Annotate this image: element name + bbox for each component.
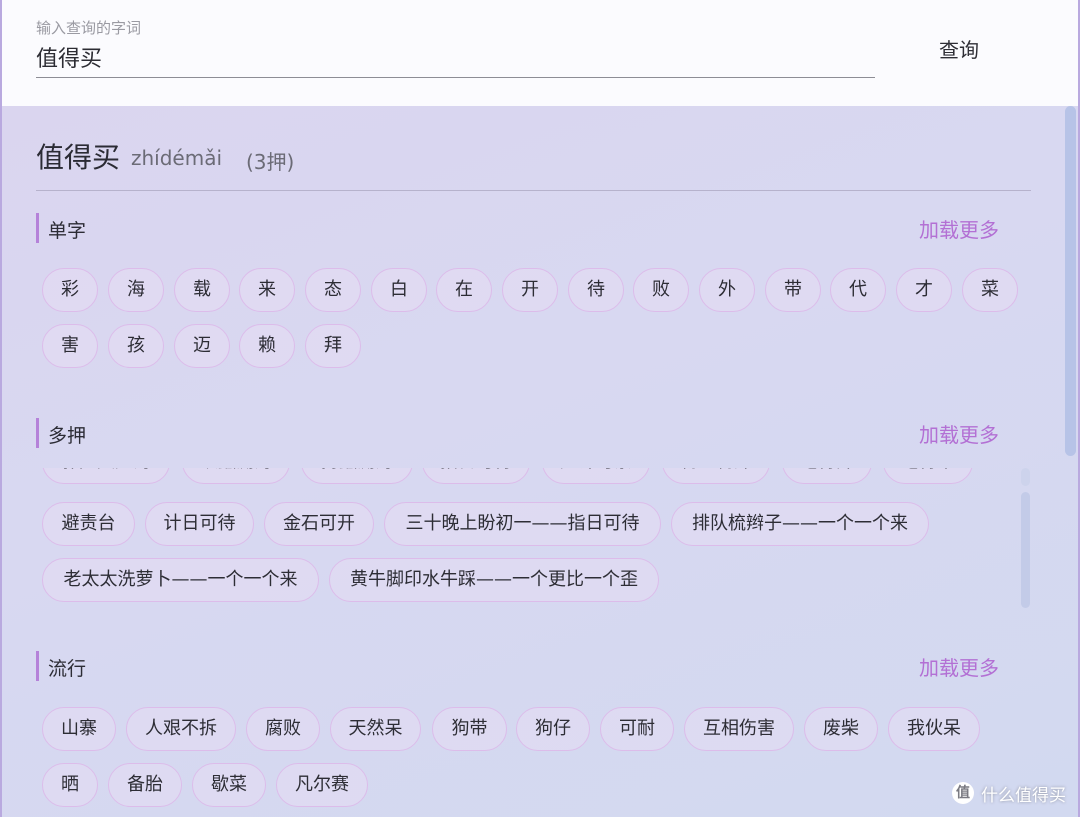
page-scrollbar[interactable] xyxy=(1065,106,1076,817)
chip-multi-partial[interactable]: 持蠡测海 xyxy=(301,468,413,484)
search-input-underline xyxy=(36,77,875,78)
search-input-label: 输入查询的字词 xyxy=(36,19,142,37)
chip-multi-partial[interactable]: 以蠡测海 xyxy=(182,468,290,484)
multi-scrollbar-track-cap xyxy=(1021,468,1030,486)
chip-single[interactable]: 才 xyxy=(896,268,952,312)
load-more-multi-button[interactable]: 加载更多 xyxy=(919,419,999,448)
chip-multi[interactable]: 金石可开 xyxy=(264,502,374,546)
rhyme-count: (3押) xyxy=(246,150,295,174)
chip-popular[interactable]: 歇菜 xyxy=(192,763,266,807)
chip-popular[interactable]: 备胎 xyxy=(108,763,182,807)
search-button[interactable]: 查询 xyxy=(918,30,1000,70)
chip-single[interactable]: 菜 xyxy=(962,268,1018,312)
multi-scrollbar-thumb[interactable] xyxy=(1021,492,1030,608)
app-window: 输入查询的字词 值得买 查询 值得买 zhídémǎi (3押) 单字 加载更多… xyxy=(0,0,1080,817)
chip-single[interactable]: 迈 xyxy=(174,324,230,368)
chip-multi-partial[interactable]: 物壁物外 xyxy=(662,468,770,484)
chip-multi[interactable]: 计日可待 xyxy=(145,502,254,546)
watermark-text: 什么值得买 xyxy=(981,785,1066,806)
chip-single[interactable]: 彩 xyxy=(42,268,98,312)
chip-multi[interactable]: 黄牛脚印水牛踩——一个更比一个歪 xyxy=(329,558,659,602)
chip-popular[interactable]: 人艰不拆 xyxy=(126,707,236,751)
watermark: 值 什么值得买 xyxy=(952,776,1066,810)
chip-single[interactable]: 来 xyxy=(239,268,295,312)
chip-multi-partial[interactable]: 郭隆灭无海 xyxy=(42,468,170,484)
chip-multi-partial[interactable]: 吃得开 xyxy=(782,468,872,484)
chip-single[interactable]: 海 xyxy=(108,268,164,312)
chip-popular[interactable]: 我伙呆 xyxy=(888,707,980,751)
chip-popular[interactable]: 狗带 xyxy=(432,707,507,751)
load-more-single-button[interactable]: 加载更多 xyxy=(919,214,999,243)
chip-single[interactable]: 在 xyxy=(436,268,492,312)
section-accent-bar xyxy=(36,213,39,243)
chip-popular[interactable]: 互相伤害 xyxy=(684,707,794,751)
load-more-popular-button[interactable]: 加载更多 xyxy=(919,652,999,681)
chip-multi[interactable]: 三十晚上盼初一——指日可待 xyxy=(384,502,661,546)
chip-single[interactable]: 带 xyxy=(765,268,821,312)
chip-single[interactable]: 待 xyxy=(568,268,624,312)
chip-multi[interactable]: 老太太洗萝卜——一个一个来 xyxy=(42,558,319,602)
section-title-multi: 多押 xyxy=(48,425,87,447)
chip-popular[interactable]: 山寨 xyxy=(42,707,116,751)
search-input[interactable]: 值得买 xyxy=(36,41,102,73)
chip-popular[interactable]: 可耐 xyxy=(600,707,674,751)
chip-single[interactable]: 败 xyxy=(633,268,689,312)
chip-multi[interactable]: 避责台 xyxy=(42,502,135,546)
watermark-logo-icon: 值 xyxy=(952,782,974,804)
chip-multi-partial[interactable]: 无计可柰 xyxy=(542,468,650,484)
chip-multi-partial[interactable]: 吃得来 xyxy=(883,468,973,484)
chip-single[interactable]: 赖 xyxy=(239,324,295,368)
multi-scroll-area[interactable]: 郭隆灭无海 以蠡测海 持蠡测海 指日可待 无计可柰 物壁物外 吃得开 吃得来 xyxy=(36,468,1016,488)
page-scrollbar-thumb[interactable] xyxy=(1065,106,1076,456)
chip-single[interactable]: 开 xyxy=(502,268,558,312)
section-accent-bar xyxy=(36,418,39,448)
chip-single[interactable]: 代 xyxy=(830,268,886,312)
section-accent-bar xyxy=(36,651,39,681)
section-title-single: 单字 xyxy=(48,220,87,242)
chip-popular[interactable]: 腐败 xyxy=(246,707,320,751)
chip-popular[interactable]: 废柴 xyxy=(804,707,878,751)
chip-popular[interactable]: 凡尔赛 xyxy=(276,763,368,807)
word-title: 值得买 xyxy=(36,141,121,174)
chip-popular[interactable]: 天然呆 xyxy=(330,707,421,751)
chip-single[interactable]: 态 xyxy=(305,268,361,312)
results-panel: 值得买 zhídémǎi (3押) 单字 加载更多 彩 海 载 来 态 白 在 … xyxy=(2,106,1078,817)
chip-single[interactable]: 外 xyxy=(699,268,755,312)
chip-popular[interactable]: 狗仔 xyxy=(516,707,590,751)
chip-single[interactable]: 孩 xyxy=(108,324,164,368)
chip-single[interactable]: 害 xyxy=(42,324,98,368)
chip-single[interactable]: 载 xyxy=(174,268,230,312)
title-divider xyxy=(36,190,1031,191)
chip-popular[interactable]: 晒 xyxy=(42,763,98,807)
chip-single[interactable]: 白 xyxy=(371,268,427,312)
word-pinyin: zhídémǎi xyxy=(131,146,223,170)
search-bar: 输入查询的字词 值得买 查询 xyxy=(2,0,1078,106)
chip-multi[interactable]: 排队梳辫子——一个一个来 xyxy=(671,502,929,546)
chip-single[interactable]: 拜 xyxy=(305,324,361,368)
chip-multi-partial[interactable]: 指日可待 xyxy=(422,468,530,484)
multi-scrollbar[interactable] xyxy=(1020,468,1031,608)
section-title-popular: 流行 xyxy=(48,658,87,680)
